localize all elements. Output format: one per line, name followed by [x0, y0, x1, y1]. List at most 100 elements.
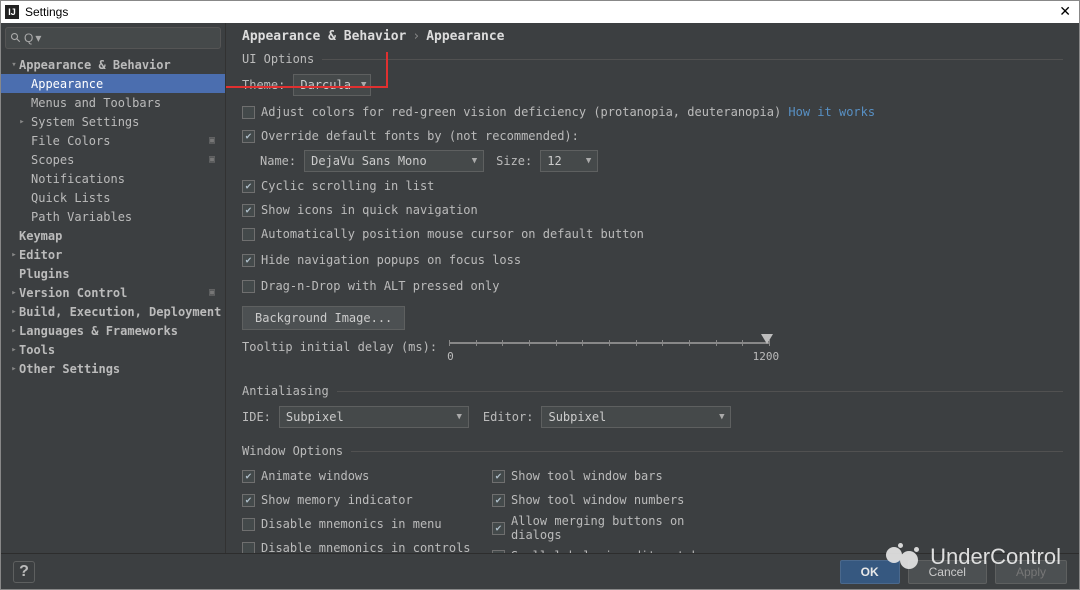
checkbox-label: Show tool window numbers [511, 493, 684, 507]
sidebar-item-label: Appearance & Behavior [19, 58, 225, 72]
background-image-button[interactable]: Background Image... [242, 306, 405, 330]
hide-nav-label: Hide navigation popups on focus loss [261, 253, 521, 267]
chevron-icon: ▸ [9, 326, 19, 336]
titlebar[interactable]: IJ Settings ✕ [1, 1, 1079, 23]
sidebar-item-quick-lists[interactable]: Quick Lists [1, 188, 225, 207]
checkbox-label: Animate windows [261, 469, 369, 483]
ui-options-group: UI Options Theme: Darcula▼ Adjust colors… [242, 52, 1063, 376]
chevron-icon: ▸ [17, 117, 27, 127]
checkbox[interactable] [242, 494, 255, 507]
apply-button[interactable]: Apply [995, 560, 1067, 584]
auto-mouse-checkbox[interactable] [242, 228, 255, 241]
checkbox-label: Show tool window bars [511, 469, 663, 483]
aa-editor-label: Editor: [483, 410, 534, 424]
chevron-icon: ▸ [9, 364, 19, 374]
quick-nav-icons-checkbox[interactable] [242, 204, 255, 217]
sidebar-item-label: Tools [19, 343, 225, 357]
sidebar-item-appearance[interactable]: Appearance [1, 74, 225, 93]
font-name-select[interactable]: DejaVu Sans Mono▼ [304, 150, 484, 172]
auto-mouse-label: Automatically position mouse cursor on d… [261, 227, 644, 241]
checkbox[interactable] [242, 470, 255, 483]
hide-nav-checkbox[interactable] [242, 254, 255, 267]
sidebar-item-system-settings[interactable]: ▸System Settings [1, 112, 225, 131]
how-it-works-link[interactable]: How it works [788, 105, 875, 119]
settings-tree[interactable]: ▾Appearance & Behavior Appearance Menus an… [1, 53, 225, 553]
adjust-colors-checkbox[interactable] [242, 106, 255, 119]
tooltip-delay-label: Tooltip initial delay (ms): [242, 340, 437, 354]
settings-content: UI Options Theme: Darcula▼ Adjust colors… [226, 52, 1079, 553]
tooltip-delay-slider[interactable]: 0 1200 [449, 340, 769, 368]
sidebar-item-label: Menus and Toolbars [31, 96, 225, 110]
sidebar: Q▾ ▾Appearance & Behavior Appearance Menus… [1, 23, 226, 553]
window-title: Settings [25, 5, 68, 19]
checkbox-label: Disable mnemonics in menu [261, 517, 442, 531]
checkbox[interactable] [492, 522, 505, 535]
sidebar-item-notifications[interactable]: Notifications [1, 169, 225, 188]
sidebar-item-build-execution-deployment[interactable]: ▸Build, Execution, Deployment [1, 302, 225, 321]
slider-min-label: 0 [447, 350, 454, 363]
override-fonts-label: Override default fonts by (not recommend… [261, 129, 579, 143]
breadcrumb: Appearance & Behavior›Appearance [226, 23, 1079, 52]
sidebar-item-file-colors[interactable]: File Colors▣ [1, 131, 225, 150]
project-badge-icon: ▣ [205, 134, 219, 148]
cancel-button[interactable]: Cancel [908, 560, 987, 584]
sidebar-item-label: File Colors [31, 134, 205, 148]
project-badge-icon: ▣ [205, 286, 219, 300]
search-input[interactable]: Q▾ [5, 27, 221, 49]
sidebar-item-label: Other Settings [19, 362, 225, 376]
close-icon[interactable]: ✕ [1059, 3, 1071, 20]
aa-ide-label: IDE: [242, 410, 271, 424]
sidebar-item-label: Scopes [31, 153, 205, 167]
chevron-icon: ▾ [9, 60, 19, 70]
sidebar-item-plugins[interactable]: Plugins [1, 264, 225, 283]
aa-ide-select[interactable]: Subpixel▼ [279, 406, 469, 428]
checkbox-label: Small labels in editor tabs [511, 549, 706, 553]
sidebar-item-label: Editor [19, 248, 225, 262]
sidebar-item-label: Appearance [31, 77, 225, 91]
cyclic-scroll-checkbox[interactable] [242, 180, 255, 193]
sidebar-item-tools[interactable]: ▸Tools [1, 340, 225, 359]
sidebar-item-label: Notifications [31, 172, 225, 186]
chevron-icon: ▸ [9, 307, 19, 317]
sidebar-item-label: Plugins [19, 267, 225, 281]
sidebar-item-label: Languages & Frameworks [19, 324, 225, 338]
checkbox[interactable] [492, 494, 505, 507]
checkbox[interactable] [492, 550, 505, 554]
sidebar-item-label: Build, Execution, Deployment [19, 305, 225, 319]
dnd-alt-checkbox[interactable] [242, 280, 255, 293]
sidebar-item-appearance-behavior[interactable]: ▾Appearance & Behavior [1, 55, 225, 74]
cyclic-scroll-label: Cyclic scrolling in list [261, 179, 434, 193]
project-badge-icon: ▣ [205, 153, 219, 167]
sidebar-item-other-settings[interactable]: ▸Other Settings [1, 359, 225, 378]
checkbox[interactable] [242, 518, 255, 531]
sidebar-item-label: Keymap [19, 229, 225, 243]
theme-select[interactable]: Darcula▼ [293, 74, 371, 96]
aa-editor-select[interactable]: Subpixel▼ [541, 406, 731, 428]
chevron-icon: ▸ [9, 250, 19, 260]
chevron-icon: ▸ [9, 345, 19, 355]
sidebar-item-editor[interactable]: ▸Editor [1, 245, 225, 264]
theme-label: Theme: [242, 78, 285, 92]
sidebar-item-scopes[interactable]: Scopes▣ [1, 150, 225, 169]
checkbox[interactable] [242, 542, 255, 554]
adjust-colors-label: Adjust colors for red-green vision defic… [261, 105, 781, 119]
sidebar-item-keymap[interactable]: Keymap [1, 226, 225, 245]
checkbox-label: Allow merging buttons on dialogs [511, 514, 742, 542]
ok-button[interactable]: OK [840, 560, 900, 584]
window-options-group: Window Options Animate windows Show memor… [242, 444, 1063, 553]
sidebar-item-languages-frameworks[interactable]: ▸Languages & Frameworks [1, 321, 225, 340]
sidebar-item-label: Quick Lists [31, 191, 225, 205]
override-fonts-checkbox[interactable] [242, 130, 255, 143]
window-options-legend: Window Options [242, 444, 351, 458]
sidebar-item-menus-and-toolbars[interactable]: Menus and Toolbars [1, 93, 225, 112]
font-size-select[interactable]: 12▼ [540, 150, 598, 172]
sidebar-item-version-control[interactable]: ▸Version Control▣ [1, 283, 225, 302]
chevron-icon: ▸ [9, 288, 19, 298]
checkbox-label: Show memory indicator [261, 493, 413, 507]
checkbox[interactable] [492, 470, 505, 483]
help-button[interactable]: ? [13, 561, 35, 583]
search-icon [10, 32, 22, 44]
sidebar-item-path-variables[interactable]: Path Variables [1, 207, 225, 226]
antialiasing-group: Antialiasing IDE: Subpixel▼ Editor: Subp… [242, 384, 1063, 436]
dnd-alt-label: Drag-n-Drop with ALT pressed only [261, 279, 499, 293]
